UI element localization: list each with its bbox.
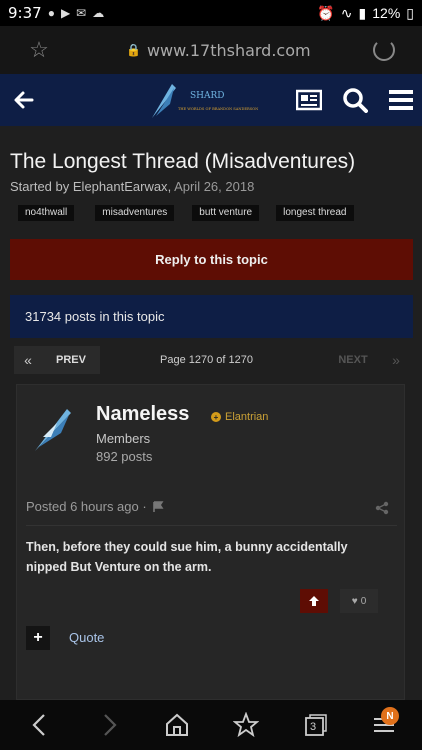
activity-feed-icon[interactable] <box>296 87 322 113</box>
rank-icon: + <box>211 412 221 422</box>
tabs-count: 3 <box>310 721 317 733</box>
browser-url-bar: ☆ 🔒 www.17thshard.com <box>0 26 422 74</box>
tag-misadventures[interactable]: misadventures <box>95 205 175 221</box>
tag-butt-venture[interactable]: butt venture <box>192 205 260 221</box>
topic-page: The Longest Thread (Misadventures) Start… <box>0 126 422 700</box>
status-time: 9:37 <box>8 4 42 22</box>
post-author-name[interactable]: Nameless <box>96 403 189 426</box>
tag-longest-thread[interactable]: longest thread <box>276 205 354 221</box>
share-icon[interactable] <box>375 501 389 515</box>
hamburger-menu-icon[interactable] <box>388 87 414 113</box>
battery-level: 12% <box>372 5 401 21</box>
reload-icon[interactable] <box>373 39 395 61</box>
member-group: Members <box>96 431 151 446</box>
url-field[interactable]: 🔒 www.17thshard.com <box>126 41 311 60</box>
post-timestamp: Posted 6 hours ago · <box>26 499 164 514</box>
sync-icon: ● <box>47 6 55 20</box>
bookmark-star-icon[interactable]: ☆ <box>27 38 51 62</box>
reply-button[interactable]: Reply to this topic <box>10 239 413 280</box>
back-arrow-icon[interactable] <box>12 88 36 112</box>
upvote-button[interactable] <box>300 589 328 613</box>
member-post-count: 892 posts <box>96 449 153 464</box>
reaction-count-button[interactable]: ♥ 0 <box>340 589 378 613</box>
mail-icon: ✉ <box>76 6 87 20</box>
quote-button[interactable]: Quote <box>69 630 104 645</box>
video-icon: ▶ <box>60 6 71 20</box>
topic-date: April 26, 2018 <box>174 179 255 194</box>
tag-list: no4thwall misadventures butt venture lon… <box>18 205 354 221</box>
heart-icon: ♥ <box>351 595 358 607</box>
post-card: Nameless + Elantrian Members 892 posts P… <box>16 384 405 700</box>
logo-text: SHARD <box>190 91 225 101</box>
wifi-icon: ∿ <box>340 4 353 21</box>
logo-subtext: THE WORLDS OF BRANDON SANDERSON <box>178 107 258 111</box>
menu-notification-badge: N <box>381 707 399 725</box>
topic-title: The Longest Thread (Misadventures) <box>10 150 356 173</box>
notification-icons: ● ▶ ✉ ☁ <box>48 6 105 20</box>
home-icon[interactable] <box>164 712 190 738</box>
status-bar: 9:37 ● ▶ ✉ ☁ ⏰ ∿ ▮ 12% ▯ <box>0 0 422 26</box>
battery-icon: ▯ <box>406 4 414 21</box>
topic-author-link[interactable]: ElephantEarwax <box>73 179 168 194</box>
report-flag-icon[interactable] <box>152 500 164 513</box>
next-page-button: NEXT <box>338 354 368 366</box>
url-text: www.17thshard.com <box>146 40 311 60</box>
back-icon[interactable] <box>27 712 53 738</box>
signal-icon: ▮ <box>358 4 367 21</box>
post-divider <box>26 525 397 526</box>
forward-icon[interactable] <box>96 712 122 738</box>
site-logo[interactable]: SHARD THE WORLDS OF BRANDON SANDERSON <box>150 80 260 122</box>
avatar[interactable] <box>31 407 77 453</box>
cloud-icon: ☁ <box>92 6 105 20</box>
multiquote-add-button[interactable]: + <box>26 626 50 650</box>
last-page-button: » <box>392 352 400 368</box>
search-icon[interactable] <box>342 87 368 113</box>
post-body: Then, before they could sue him, a bunny… <box>26 540 348 574</box>
lock-icon: 🔒 <box>126 43 141 57</box>
browser-bottom-nav: 3 <box>0 700 422 750</box>
post-count-banner: 31734 posts in this topic <box>10 295 413 338</box>
member-rank: + Elantrian <box>211 411 268 423</box>
first-page-button[interactable]: « <box>14 346 42 374</box>
topic-meta: Started by ElephantEarwax, April 26, 201… <box>10 179 255 194</box>
started-by-label: Started by <box>10 179 70 194</box>
alarm-icon: ⏰ <box>317 4 335 21</box>
tag-no4thwall[interactable]: no4thwall <box>18 205 75 221</box>
page-info: Page 1270 of 1270 <box>160 354 253 366</box>
prev-page-button[interactable]: PREV <box>42 346 100 374</box>
bookmarks-star-icon[interactable] <box>233 712 259 738</box>
rank-label: Elantrian <box>225 411 269 423</box>
pagination: « PREV Page 1270 of 1270 NEXT » <box>14 345 412 375</box>
tabs-button[interactable]: 3 <box>302 712 328 738</box>
like-count: 0 <box>360 595 367 607</box>
posted-text[interactable]: Posted 6 hours ago · <box>26 499 147 514</box>
site-header: SHARD THE WORLDS OF BRANDON SANDERSON <box>0 74 422 126</box>
arrow-up-icon <box>309 596 319 606</box>
